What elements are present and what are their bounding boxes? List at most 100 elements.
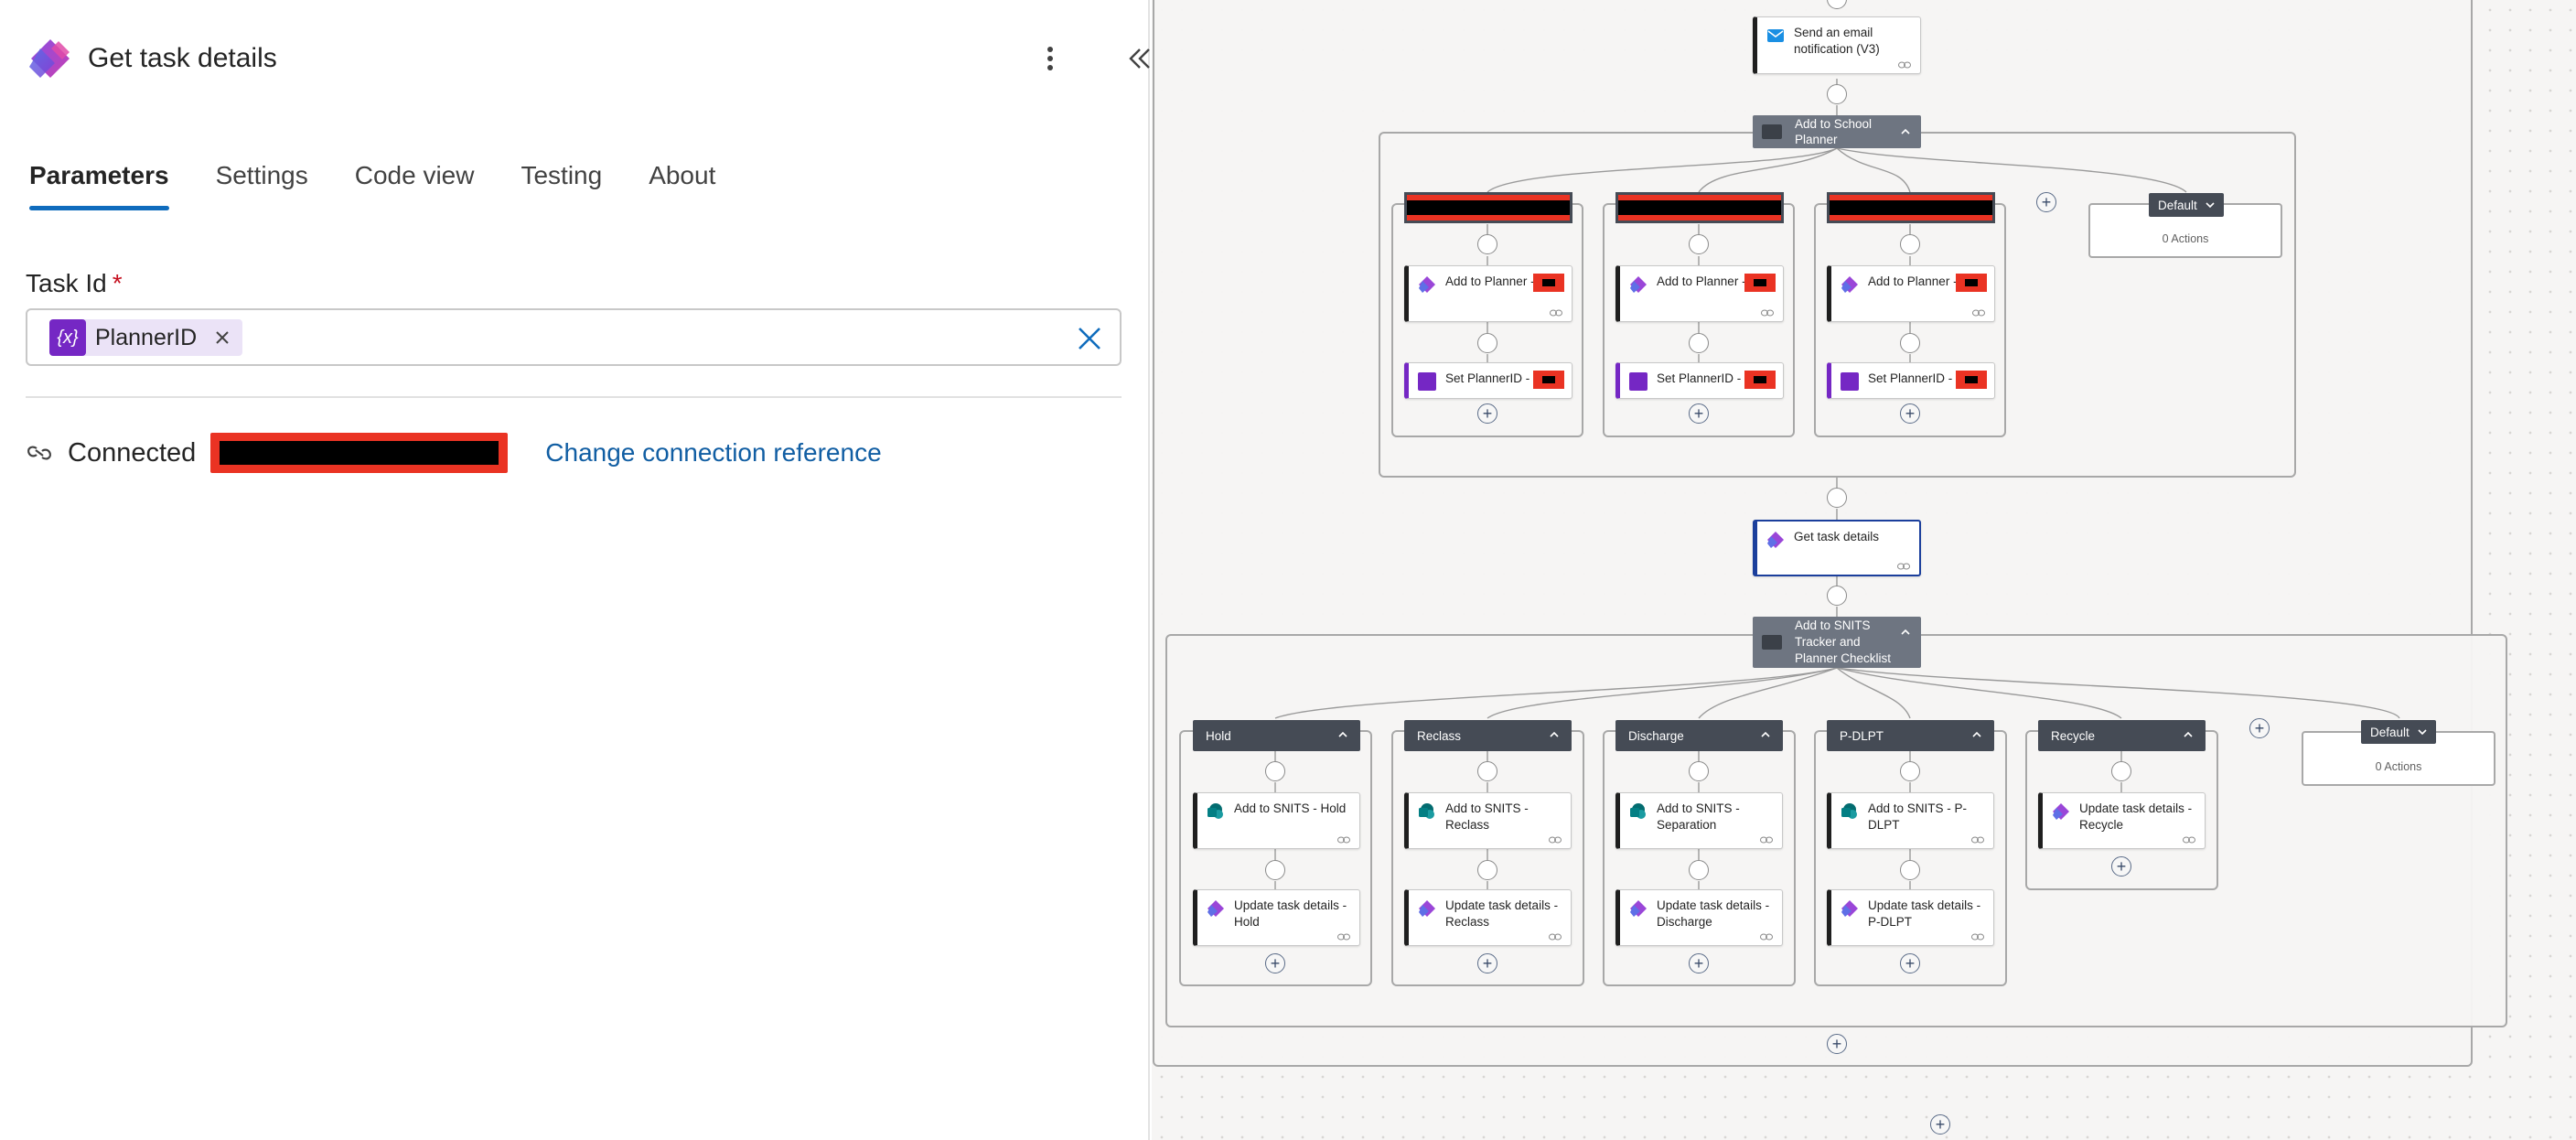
link-icon (1337, 836, 1350, 844)
connector-node[interactable] (1265, 761, 1285, 781)
add-action-button[interactable]: + (1265, 953, 1285, 973)
case-recycle-header[interactable]: Recycle (2038, 720, 2206, 751)
snits-switch[interactable]: Add to SNITS Tracker and Planner Checkli… (1753, 617, 1921, 668)
divider (26, 396, 1122, 398)
update-task-p-dlpt-card[interactable]: Update task details - P-DLPT (1827, 889, 1994, 946)
connector-node[interactable] (1827, 84, 1847, 104)
card-label: Add to SNITS - Hold (1234, 801, 1352, 817)
chevron-up-icon (1550, 731, 1559, 737)
add-action-button[interactable]: + (2111, 856, 2131, 877)
connector-node[interactable] (1827, 488, 1847, 508)
card-label-line1: Update task details - (2079, 801, 2193, 815)
flow-designer-canvas[interactable]: Send an email notification (V3) Add to S… (1152, 0, 2576, 1140)
update-task-hold-card[interactable]: Update task details - Hold (1193, 889, 1360, 946)
add-action-button[interactable]: + (1900, 953, 1920, 973)
connector-node[interactable] (1900, 333, 1920, 353)
connector-node[interactable] (1827, 586, 1847, 606)
connector-node[interactable] (1689, 333, 1709, 353)
add-action-button[interactable]: + (1900, 403, 1920, 424)
update-task-discharge-card[interactable]: Update task details - Discharge (1615, 889, 1783, 946)
chevron-up-icon (1901, 629, 1910, 635)
link-icon (2183, 836, 2195, 844)
add-to-snits-hold-card[interactable]: Add to SNITS - Hold (1193, 792, 1360, 849)
card-label-line1: Update task details - (1445, 898, 1559, 912)
snits-default-header[interactable]: Default (2361, 720, 2436, 744)
school-default-header[interactable]: Default (2149, 193, 2224, 217)
set-planner-id-card-1[interactable]: Set PlannerID - (1404, 362, 1572, 399)
tab-settings[interactable]: Settings (216, 161, 308, 209)
tab-code-view[interactable]: Code view (355, 161, 475, 209)
more-options-button[interactable] (1034, 42, 1067, 75)
link-icon (1760, 836, 1773, 844)
change-connection-link[interactable]: Change connection reference (545, 438, 881, 468)
card-label: Update task details - Hold (1234, 898, 1352, 930)
send-email-card[interactable]: Send an email notification (V3) (1753, 16, 1921, 74)
clear-field-button[interactable] (1074, 323, 1105, 354)
planner-icon (1841, 900, 1858, 917)
add-to-planner-card-1[interactable]: Add to Planner - (1404, 265, 1572, 322)
school-case-2-header[interactable] (1615, 192, 1784, 223)
case-label: Hold (1206, 728, 1231, 743)
get-task-details-card[interactable]: Get task details (1753, 520, 1921, 576)
add-to-planner-card-3[interactable]: Add to Planner - (1827, 265, 1995, 322)
tab-parameters[interactable]: Parameters (29, 161, 169, 210)
card-label-line1: Add to SNITS - (1657, 801, 1740, 815)
add-case-button[interactable]: + (2036, 192, 2056, 212)
card-label-line2: Hold (1234, 915, 1260, 929)
set-planner-id-card-2[interactable]: Set PlannerID - (1615, 362, 1784, 399)
tab-about[interactable]: About (649, 161, 715, 209)
add-action-button[interactable]: + (1477, 403, 1497, 424)
add-to-snits-reclass-card[interactable]: Add to SNITS - Reclass (1404, 792, 1572, 849)
connector-node[interactable] (1477, 333, 1497, 353)
task-id-label: Task Id * (26, 269, 123, 298)
add-to-planner-card-2[interactable]: Add to Planner - (1615, 265, 1784, 322)
connector-node[interactable] (2111, 761, 2131, 781)
add-to-snits-p-dlpt-card[interactable]: Add to SNITS - P- DLPT (1827, 792, 1994, 849)
card-label-line1: Update task details - (1868, 898, 1981, 912)
link-icon (1549, 933, 1562, 941)
connector-node[interactable] (1900, 234, 1920, 254)
planner-icon (1841, 276, 1858, 293)
tab-testing[interactable]: Testing (521, 161, 602, 209)
remove-token-button[interactable] (211, 327, 233, 349)
connector-node[interactable] (1689, 234, 1709, 254)
connector-node[interactable] (1900, 761, 1920, 781)
add-action-button[interactable]: + (1930, 1114, 1950, 1135)
update-task-reclass-card[interactable]: Update task details - Reclass (1404, 889, 1572, 946)
connector-node[interactable] (1689, 860, 1709, 880)
card-label-line1: Add to SNITS - Hold (1234, 801, 1347, 815)
task-id-field[interactable]: {x} PlannerID (26, 308, 1122, 366)
add-action-button[interactable]: + (1689, 953, 1709, 973)
school-case-3-header[interactable] (1827, 192, 1995, 223)
add-action-button[interactable]: + (1827, 1034, 1847, 1054)
school-planner-switch[interactable]: Add to School Planner (1753, 115, 1921, 148)
add-action-button[interactable]: + (1689, 403, 1709, 424)
connector-node[interactable] (1265, 860, 1285, 880)
case-p-dlpt-header[interactable]: P-DLPT (1827, 720, 1994, 751)
panel-header: Get task details (27, 35, 1150, 82)
connector-node[interactable] (1900, 860, 1920, 880)
connector-node[interactable] (1477, 860, 1497, 880)
add-case-button[interactable]: + (2249, 718, 2270, 738)
card-label-line1: Update task details - (1657, 898, 1770, 912)
case-hold-header[interactable]: Hold (1193, 720, 1360, 751)
redacted-connection-name (210, 433, 509, 473)
connector-node[interactable] (1477, 234, 1497, 254)
link-icon (27, 446, 51, 460)
add-to-snits-separation-card[interactable]: Add to SNITS - Separation (1615, 792, 1783, 849)
link-icon (1550, 309, 1562, 317)
card-label: Add to SNITS - Reclass (1445, 801, 1563, 833)
card-label-line2: Separation (1657, 818, 1717, 832)
variable-icon (1629, 372, 1648, 391)
update-task-recycle-card[interactable]: Update task details - Recycle (2038, 792, 2206, 849)
connector-node[interactable] (1689, 761, 1709, 781)
case-discharge-header[interactable]: Discharge (1615, 720, 1783, 751)
set-planner-id-card-3[interactable]: Set PlannerID - (1827, 362, 1995, 399)
planner-id-token[interactable]: {x} PlannerID (49, 319, 243, 356)
connector-node[interactable] (1477, 761, 1497, 781)
link-icon (1761, 309, 1774, 317)
default-label: Default (2370, 725, 2410, 739)
add-action-button[interactable]: + (1477, 953, 1497, 973)
case-reclass-header[interactable]: Reclass (1404, 720, 1572, 751)
school-case-1-header[interactable] (1404, 192, 1572, 223)
